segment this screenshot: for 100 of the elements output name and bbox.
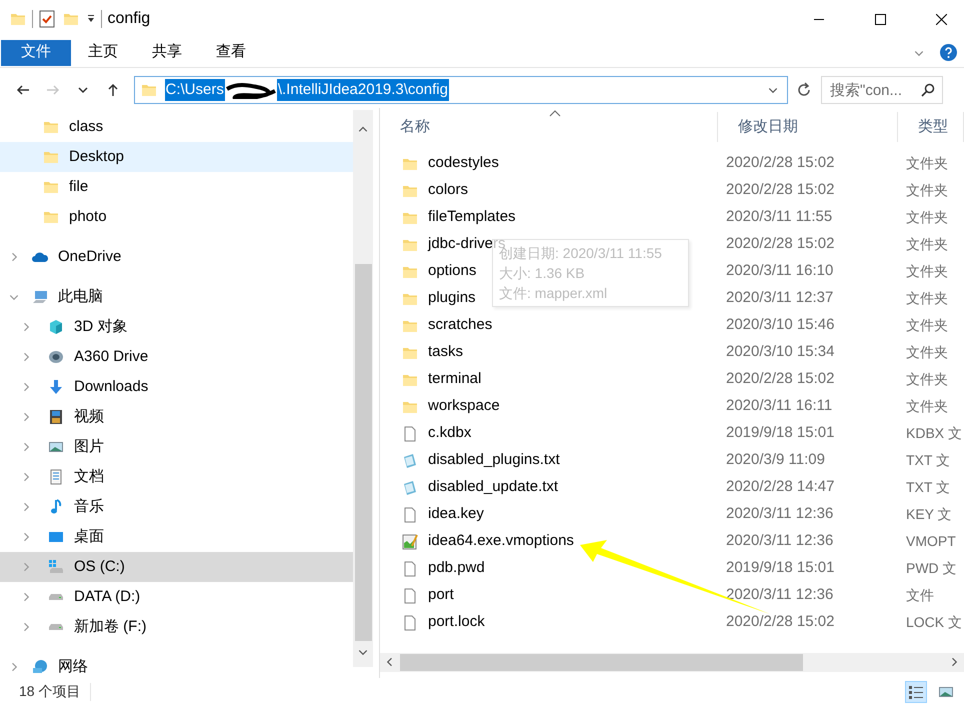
sidebar-item[interactable]: class: [0, 112, 353, 142]
file-type: 文件夹: [905, 316, 949, 335]
file-type: 文件夹: [905, 154, 949, 173]
help-icon[interactable]: [940, 44, 956, 61]
horizontal-scrollbar[interactable]: [380, 653, 964, 672]
details-view-icon[interactable]: [905, 680, 927, 702]
sidebar-item[interactable]: 此电脑: [0, 282, 353, 312]
cube-icon: [48, 319, 64, 335]
file-type: TXT 文: [905, 478, 952, 497]
sidebar-item[interactable]: file: [0, 172, 353, 202]
column-header[interactable]: 名称: [380, 112, 718, 142]
file-name[interactable]: disabled_plugins.txt: [428, 449, 560, 472]
file-type: 文件夹: [905, 208, 949, 227]
file-type: KDBX 文: [905, 424, 964, 443]
scrollbar-thumb[interactable]: [354, 264, 372, 641]
modified-date: 2019/9/18 15:01: [725, 558, 836, 578]
sidebar-item[interactable]: 图片: [0, 432, 353, 462]
film-icon: [48, 409, 64, 425]
sidebar-item[interactable]: Desktop: [0, 142, 353, 172]
search-icon: [921, 83, 935, 97]
modified-date: 2020/3/11 12:37: [725, 288, 834, 308]
close-icon: [936, 14, 946, 24]
sidebar-item[interactable]: Downloads: [0, 372, 353, 402]
dropdown-icon[interactable]: [86, 15, 94, 23]
drive-icon: [48, 623, 64, 631]
network-icon: [32, 659, 48, 675]
address-field[interactable]: C:\Users \.IntelliJIdea2019.3\config: [134, 76, 788, 104]
notepad-icon: [402, 452, 418, 468]
file-name[interactable]: port: [428, 584, 454, 607]
file-type: 文件夹: [905, 343, 949, 362]
column-header[interactable]: 类型: [898, 112, 964, 142]
file-name[interactable]: pdb.pwd: [428, 557, 485, 580]
file-name[interactable]: idea.key: [428, 503, 484, 526]
file-name[interactable]: disabled_update.txt: [428, 476, 558, 499]
document-icon: [402, 614, 418, 630]
notepad-icon: [402, 480, 418, 496]
file-name[interactable]: options: [428, 260, 476, 283]
modified-date: 2020/3/11 11:55: [725, 207, 834, 228]
search-field[interactable]: 搜索"con...: [821, 76, 943, 104]
sidebar-item[interactable]: 3D 对象: [0, 312, 353, 342]
document-icon: [48, 469, 64, 485]
sidebar-item[interactable]: photo: [0, 202, 353, 232]
ribbon-tab[interactable]: 查看: [199, 40, 263, 66]
modified-date: 2020/2/28 15:02: [725, 612, 836, 632]
item-count: 18 个项目: [18, 682, 80, 701]
sidebar-item[interactable]: 新加卷 (F:): [0, 612, 353, 642]
modified-date: 2020/3/11 16:11: [725, 396, 834, 416]
picture-icon: [48, 439, 64, 455]
ribbon-tab[interactable]: 共享: [135, 40, 199, 66]
sidebar-item[interactable]: OS (C:): [0, 552, 353, 582]
document-icon: [402, 560, 418, 576]
file-name[interactable]: tasks: [428, 341, 464, 364]
document-icon: [402, 506, 418, 522]
tooltip-line: 大小: 1.36 KB: [499, 264, 586, 283]
music-note-icon: [48, 499, 64, 515]
minimize-icon: [814, 18, 824, 20]
file-name[interactable]: scratches: [428, 314, 492, 337]
folder-icon: [140, 82, 156, 98]
sidebar-item[interactable]: OneDrive: [0, 242, 353, 272]
sidebar-item[interactable]: 文档: [0, 462, 353, 492]
file-type: 文件夹: [905, 289, 949, 308]
file-name[interactable]: fileTemplates: [428, 206, 516, 229]
tooltip-line: 文件: mapper.xml: [499, 284, 608, 303]
modified-date: 2020/3/11 12:36: [725, 531, 834, 552]
modified-date: 2020/3/11 16:10: [725, 261, 834, 282]
file-name[interactable]: terminal: [428, 368, 482, 391]
file-name[interactable]: colors: [428, 179, 468, 202]
sidebar-item[interactable]: A360 Drive: [0, 342, 353, 372]
scrollbar-thumb[interactable]: [400, 654, 802, 671]
modified-date: 2020/3/11 12:36: [725, 504, 834, 524]
sidebar-item[interactable]: 桌面: [0, 522, 353, 552]
file-name[interactable]: port.lock: [428, 611, 485, 634]
document-icon: [402, 588, 418, 604]
disc-icon: [48, 349, 64, 365]
modified-date: 2019/9/18 15:01: [725, 423, 836, 444]
ribbon-tab[interactable]: 主页: [71, 40, 135, 66]
folder-icon: [43, 179, 59, 195]
vertical-scrollbar[interactable]: [353, 110, 373, 667]
sidebar-item[interactable]: DATA (D:): [0, 582, 353, 612]
file-name[interactable]: workspace: [428, 395, 500, 418]
sidebar-item[interactable]: 音乐: [0, 492, 353, 522]
checklist-icon[interactable]: [38, 10, 54, 28]
file-name[interactable]: plugins: [428, 287, 476, 310]
folder-icon: [43, 209, 59, 225]
computer-icon: [32, 289, 48, 305]
file-type: 文件夹: [905, 262, 949, 281]
window-title: config: [108, 9, 150, 29]
path-text: \.IntelliJIdea2019.3\config: [276, 78, 449, 102]
path-text: C:\Users: [164, 78, 225, 102]
file-name[interactable]: idea64.exe.vmoptions: [428, 530, 574, 553]
download-arrow-icon: [48, 379, 64, 395]
column-header[interactable]: 修改日期: [718, 112, 898, 142]
file-type: 文件夹: [905, 235, 949, 254]
file-name[interactable]: c.kdbx: [428, 422, 472, 445]
sidebar-item[interactable]: 视频: [0, 402, 353, 432]
file-type: KEY 文: [905, 505, 953, 524]
folder-icon: [43, 119, 59, 135]
sidebar-item[interactable]: 网络: [0, 652, 353, 682]
modified-date: 2020/2/28 15:02: [725, 234, 836, 254]
file-name[interactable]: codestyles: [428, 152, 499, 175]
